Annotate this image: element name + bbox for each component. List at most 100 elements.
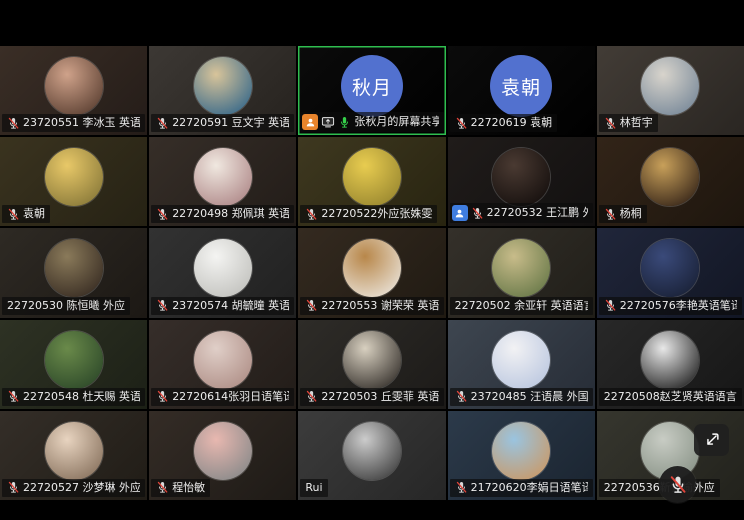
mic-status-icon: [305, 208, 318, 221]
avatar: [45, 148, 103, 206]
avatar: [492, 331, 550, 389]
participant-tile[interactable]: 22720576李艳英语笔译: [597, 228, 744, 317]
mute-toggle-button[interactable]: [659, 466, 696, 503]
mic-status-icon: [156, 117, 169, 130]
avatar: [641, 57, 699, 115]
participant-tile[interactable]: 袁朝: [0, 137, 147, 226]
participant-tile[interactable]: 袁朝: [448, 46, 595, 135]
participant-tile[interactable]: 22720503 丘雯菲 英语语言文学: [298, 320, 445, 409]
switch-view-button[interactable]: [694, 424, 729, 456]
mic-status-icon: [305, 390, 318, 403]
mic-status-icon: [455, 481, 468, 494]
participant-name: 22720530 陈恒曦 外应: [7, 299, 125, 313]
participant-label: 22720614张羽日语笔译: [151, 388, 294, 406]
mic-status-icon: [455, 117, 468, 130]
participant-label: 22720503 丘雯菲 英语语言文学: [300, 388, 443, 406]
participant-tile[interactable]: 22720530 陈恒曦 外应: [0, 228, 147, 317]
mic-status-icon: [156, 299, 169, 312]
mic-status-icon: [156, 390, 169, 403]
avatar: [194, 331, 252, 389]
participant-name: 23720485 汪语晨 外国语言文学: [471, 390, 588, 404]
participant-label: 22720508赵芝贤英语语言文学: [599, 388, 742, 406]
avatar: [343, 239, 401, 297]
participant-name: 22720553 谢荣荣 英语笔译: [321, 299, 438, 313]
participant-name: 22720508赵芝贤英语语言文学: [604, 390, 737, 404]
avatar: [194, 148, 252, 206]
avatar: [45, 239, 103, 297]
participant-name: 22720522外应张姝雯: [321, 207, 432, 221]
participant-label: 23720485 汪语晨 外国语言文学: [450, 388, 593, 406]
participant-tile[interactable]: 22720591 豆文宇 英语笔译: [149, 46, 296, 135]
participant-name: 21720620李娟日语笔译: [471, 481, 588, 495]
participant-name: 22720619 袁朝: [471, 116, 553, 130]
participant-label: 21720620李娟日语笔译: [450, 479, 593, 497]
participant-tile[interactable]: 21720620李娟日语笔译: [448, 411, 595, 500]
participant-name: 22720614张羽日语笔译: [172, 390, 289, 404]
participant-tile[interactable]: 22720614张羽日语笔译: [149, 320, 296, 409]
participant-tile[interactable]: 22720522外应张姝雯: [298, 137, 445, 226]
participant-name: 程怡敏: [172, 481, 205, 495]
screen-share-icon: [321, 115, 335, 129]
participant-tile[interactable]: 23720485 汪语晨 外国语言文学: [448, 320, 595, 409]
participant-name: 22720503 丘雯菲 英语语言文学: [321, 390, 438, 404]
participant-tile[interactable]: 程怡敏: [149, 411, 296, 500]
participant-name: Rui: [305, 481, 322, 495]
avatar: [641, 239, 699, 297]
participant-tile[interactable]: 22720502 余亚轩 英语语言文学: [448, 228, 595, 317]
participant-label: 22720553 谢荣荣 英语笔译: [300, 297, 443, 315]
avatar: [492, 148, 550, 206]
avatar-initials: 秋月: [352, 73, 392, 100]
participant-tile[interactable]: Rui: [298, 411, 445, 500]
participant-name: 林哲宇: [620, 116, 653, 130]
participant-name: 张秋月的屏幕共享: [354, 115, 438, 129]
mic-status-icon: [7, 208, 20, 221]
participant-tile[interactable]: 22720508赵芝贤英语语言文学: [597, 320, 744, 409]
mic-status-icon: [455, 390, 468, 403]
participant-label: 22720619 袁朝: [450, 114, 558, 132]
participant-tile[interactable]: 23720551 李冰玉 英语笔译: [0, 46, 147, 135]
mic-status-icon: [156, 481, 169, 494]
participant-label: 23720551 李冰玉 英语笔译: [2, 114, 145, 132]
participant-label: 23720574 胡毓曈 英语笔译: [151, 297, 294, 315]
participant-label: 22720502 余亚轩 英语语言文学: [450, 297, 593, 315]
participant-tile[interactable]: 秋月: [298, 46, 445, 135]
avatar: [194, 57, 252, 115]
avatar: [45, 331, 103, 389]
avatar: [45, 422, 103, 480]
participant-name: 22720498 郑佩琪 英语语言文学: [172, 207, 289, 221]
participant-name: 23720574 胡毓曈 英语笔译: [172, 299, 289, 313]
participant-name: 22720502 余亚轩 英语语言文学: [455, 299, 588, 313]
participant-name: 22720591 豆文宇 英语笔译: [172, 116, 289, 130]
participant-label: 程怡敏: [151, 479, 210, 497]
participant-name: 22720527 沙梦琳 外应: [23, 481, 140, 495]
avatar: [45, 57, 103, 115]
avatar: [641, 148, 699, 206]
participant-tile[interactable]: 22720553 谢荣荣 英语笔译: [298, 228, 445, 317]
participant-tile[interactable]: 22720498 郑佩琪 英语语言文学: [149, 137, 296, 226]
participant-grid: 23720551 李冰玉 英语笔译: [0, 46, 744, 500]
participant-tile[interactable]: 22720548 杜天赐 英语笔译: [0, 320, 147, 409]
mic-status-icon: [604, 208, 617, 221]
mic-status-icon: [604, 117, 617, 130]
participant-name: 22720548 杜天赐 英语笔译: [23, 390, 140, 404]
participant-name: 22720532 王江鹏 外应: [487, 206, 588, 220]
participant-tile[interactable]: 22720532 王江鹏 外应: [448, 137, 595, 226]
avatar: [194, 422, 252, 480]
participant-tile[interactable]: 23720574 胡毓曈 英语笔译: [149, 228, 296, 317]
avatar: [343, 422, 401, 480]
member-badge-icon: [452, 205, 468, 221]
mic-status-icon: [305, 299, 318, 312]
participant-label: 22720548 杜天赐 英语笔译: [2, 388, 145, 406]
participant-tile[interactable]: 林哲宇: [597, 46, 744, 135]
participant-tile[interactable]: 杨桐: [597, 137, 744, 226]
avatar: [641, 331, 699, 389]
mic-status-icon: [471, 207, 484, 220]
mic-status-icon: [7, 481, 20, 494]
participant-label: 杨桐: [599, 205, 647, 223]
mic-status-icon: [338, 116, 351, 129]
participant-tile[interactable]: 22720527 沙梦琳 外应: [0, 411, 147, 500]
participant-label: 张秋月的屏幕共享: [300, 112, 443, 132]
meeting-window: 23720551 李冰玉 英语笔译: [0, 0, 744, 520]
avatar: [343, 148, 401, 206]
avatar: 秋月: [341, 55, 403, 117]
